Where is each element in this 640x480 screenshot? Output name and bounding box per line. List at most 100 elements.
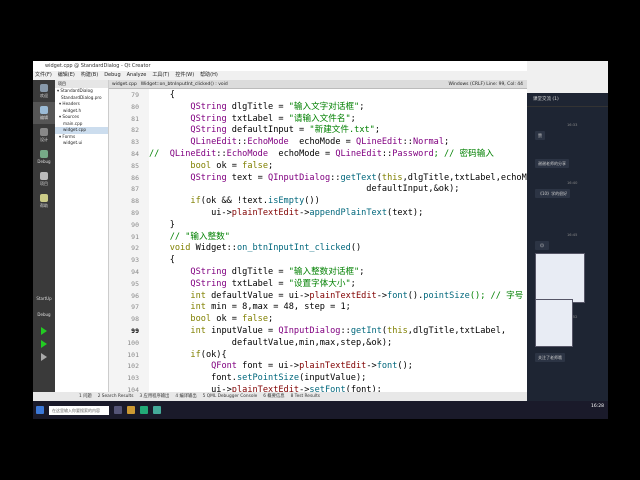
line-number: 92 <box>131 244 139 253</box>
chat-timestamp: 16:40 <box>567 181 578 185</box>
line-number: 86 <box>131 173 139 182</box>
line-number: 93 <box>131 256 139 265</box>
menu-item[interactable]: 控件(W) <box>175 71 194 80</box>
code-token: this <box>381 172 403 183</box>
tree-item[interactable]: widget.ui <box>55 140 108 147</box>
menu-item[interactable]: 编辑(E) <box>58 71 75 80</box>
chat-image-thumbnail[interactable] <box>535 299 573 347</box>
menu-item[interactable]: 工具(T) <box>152 71 169 80</box>
mode-icon <box>40 83 48 92</box>
start-icon[interactable] <box>36 406 44 414</box>
file-explorer-icon[interactable] <box>127 406 135 414</box>
code-token: QLineEdit <box>169 149 217 159</box>
mode-button[interactable]: Debug <box>33 146 55 168</box>
mode-button[interactable]: 项目 <box>33 168 55 190</box>
code-token: (ok && !text. <box>200 196 269 207</box>
task-view-icon[interactable] <box>114 406 122 414</box>
build-icon[interactable] <box>41 353 47 361</box>
qt-creator-screen: widget.cpp @ StandardDialog - Qt Creator… <box>33 61 608 419</box>
mode-selector: 欢迎 编辑 设计 Debug 项目 帮助 StartUp Debug <box>33 80 55 401</box>
code-token: "输入整数对话框" <box>288 267 360 277</box>
code-editor[interactable]: widget.cpp Widget::on_btnInputInt_clicke… <box>109 80 547 419</box>
line-number: 85 <box>131 161 139 170</box>
chat-message-row: 关注了老师哦 <box>535 353 565 362</box>
code-token: if <box>190 196 201 207</box>
output-tab[interactable]: 6 概要信息 <box>263 392 284 401</box>
project-sidebar: 项目 ▾ StandardDialog StandardDialog.pro ▾ H… <box>55 80 109 392</box>
output-tab[interactable]: 3 应用程序输出 <box>139 392 169 401</box>
kit-selector[interactable]: StartUp <box>33 290 55 306</box>
chat-panel: 课堂交流 (1) 赞谢谢老师的分享《10》学的很好《》34.39限制关注了老师哦… <box>527 93 608 401</box>
code-token: QString <box>190 113 227 124</box>
editor-tabs: widget.cpp Widget::on_btnInputInt_clicke… <box>109 80 527 89</box>
code-token: if <box>190 349 201 360</box>
mode-button[interactable]: 设计 <box>33 124 55 146</box>
output-tab[interactable]: 1 问题 <box>79 392 92 401</box>
code-token: Normal <box>412 137 444 148</box>
menu-item[interactable]: 构建(B) <box>81 71 98 80</box>
editor-file-tab[interactable]: widget.cpp <box>112 80 137 88</box>
run-icon[interactable] <box>41 327 47 335</box>
chat-message-row: 谢谢老师的分享 <box>535 159 569 168</box>
function-selector[interactable]: Widget::on_btnInputInt_clicked() : void <box>141 80 228 88</box>
debug-run-icon[interactable] <box>41 340 47 348</box>
output-tab[interactable]: 5 QML Debugger Console <box>203 392 258 401</box>
line-number: 94 <box>131 268 139 276</box>
menu-item[interactable]: 文件(F) <box>35 71 52 80</box>
qt-creator-taskbar-icon[interactable] <box>153 406 161 414</box>
code-line: void Widget::on_btnInputInt_clicked() <box>149 242 361 254</box>
code-token: :: <box>216 149 227 159</box>
code-token: ; <box>268 314 274 325</box>
line-number: 87 <box>131 185 139 194</box>
code-token: (); // 字号 <box>469 290 524 301</box>
code-token: "设置字体大小" <box>288 278 351 289</box>
code-token: ; <box>374 125 381 136</box>
code-token: (inputValue); <box>299 373 367 384</box>
menu-item[interactable]: Analyze <box>127 71 147 80</box>
code-token: :: <box>381 149 393 159</box>
chat-timestamp: 16:33 <box>567 123 578 127</box>
code-line: if(ok){ <box>149 349 226 361</box>
mode-button[interactable]: 编辑 <box>33 102 55 124</box>
line-number: 81 <box>131 114 139 123</box>
code-area[interactable]: { QString dlgTitle = "输入文字对话框"; QString … <box>149 89 547 419</box>
output-tab[interactable]: 4 编译输出 <box>175 392 196 401</box>
kit-selector[interactable]: Debug <box>33 306 55 322</box>
chat-image-thumbnail[interactable] <box>535 253 585 303</box>
mode-button[interactable]: 欢迎 <box>33 80 55 102</box>
mode-button[interactable]: 帮助 <box>33 190 55 212</box>
code-line: { <box>149 254 175 266</box>
code-token: QString <box>190 172 227 183</box>
taskbar-search[interactable]: 在这里输入你要搜索的内容 <box>49 405 109 415</box>
output-tab[interactable]: 2 Search Results <box>98 392 134 401</box>
code-line: defaultValue,min,max,step,&ok); <box>149 337 392 349</box>
code-token: font. <box>149 373 237 384</box>
line-number: 96 <box>131 291 139 300</box>
code-line: QString defaultInput = "新建文件.txt"; <box>149 124 380 136</box>
mode-label: 欢迎 <box>40 92 48 98</box>
code-token: ; <box>350 113 356 124</box>
mode-icon <box>40 193 48 202</box>
code-token: QInputDialog <box>268 172 331 183</box>
code-token: font <box>376 361 398 372</box>
code-token: defaultInput,&ok); <box>149 184 460 195</box>
windows-taskbar: 在这里输入你要搜索的内容 16:28 <box>33 401 608 419</box>
chat-message: 谢谢老师的分享 <box>535 159 569 168</box>
output-tab[interactable]: 8 Test Results <box>291 392 320 401</box>
browser-icon[interactable] <box>140 406 148 414</box>
menu-item[interactable]: Debug <box>104 71 120 80</box>
code-token: isEmpty <box>268 196 305 207</box>
sidebar-header: 项目 <box>55 80 108 88</box>
code-token: on_btnInputInt_clicked <box>236 243 351 254</box>
menu-item[interactable]: 帮助(H) <box>200 71 218 80</box>
code-token: dlgTitle = <box>226 101 289 112</box>
code-token: QInputDialog <box>278 326 341 336</box>
window-title: widget.cpp @ StandardDialog - Qt Creator <box>33 61 527 71</box>
